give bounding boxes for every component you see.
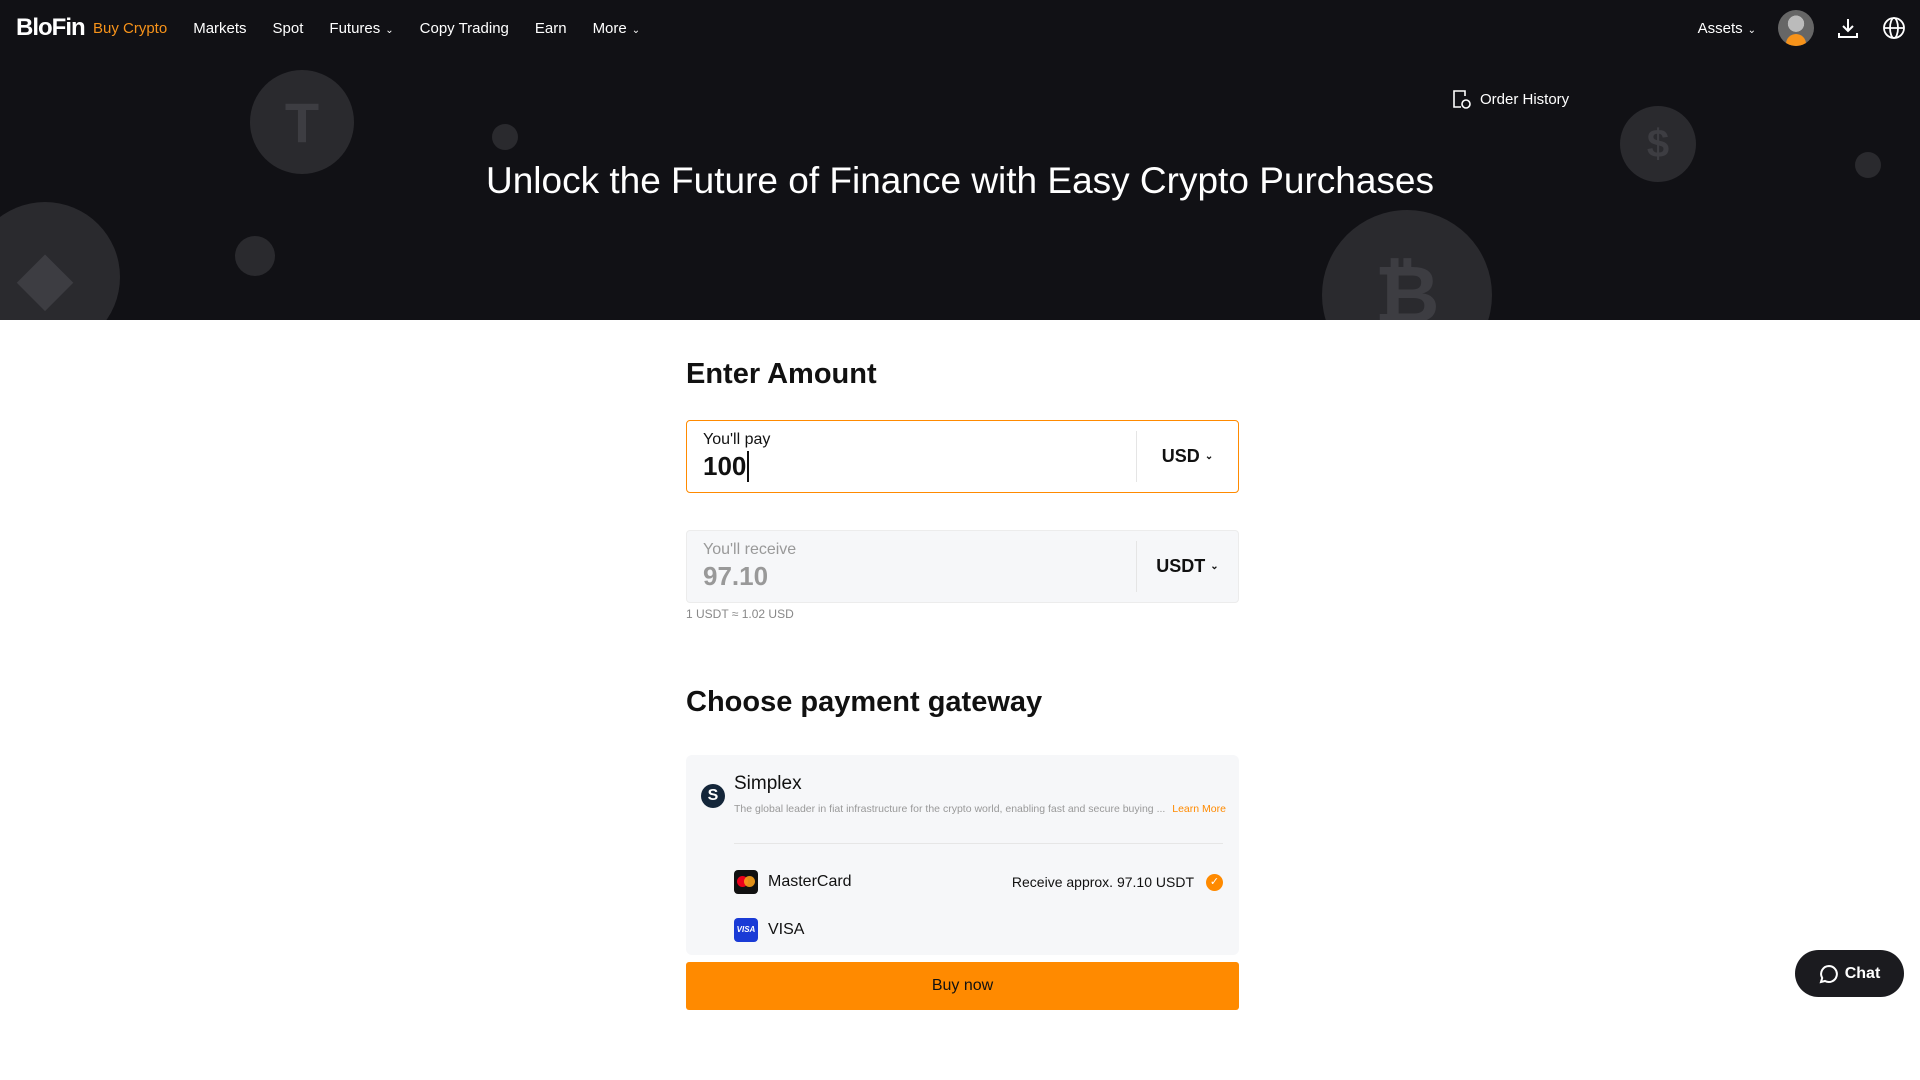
nav-more-label: More bbox=[592, 19, 627, 37]
nav-spot[interactable]: Spot bbox=[273, 20, 304, 37]
simplex-logo-icon: S bbox=[701, 784, 725, 808]
nav-buy-crypto[interactable]: Buy Crypto bbox=[93, 20, 167, 37]
receive-field: You'll receive 97.10 USDT ⌄ bbox=[686, 530, 1239, 603]
learn-more-link[interactable]: Learn More bbox=[1172, 803, 1226, 815]
provider-description: The global leader in fiat infrastructure… bbox=[734, 803, 1166, 815]
selected-check-icon: ✓ bbox=[1206, 873, 1223, 891]
receive-currency-label: USDT bbox=[1156, 556, 1206, 576]
chat-button[interactable]: Chat bbox=[1795, 950, 1904, 997]
visa-logo-text: VISA bbox=[736, 925, 756, 934]
chat-label: Chat bbox=[1844, 964, 1881, 982]
payment-method-mastercard[interactable]: MasterCard Receive approx. 97.10 USDT ✓ bbox=[734, 870, 1223, 894]
receive-label: You'll receive bbox=[703, 541, 797, 558]
enter-amount-heading: Enter Amount bbox=[686, 358, 877, 390]
payment-gateway-heading: Choose payment gateway bbox=[686, 686, 1043, 718]
tether-coin-icon: T bbox=[250, 70, 354, 174]
nav-markets[interactable]: Markets bbox=[193, 20, 246, 37]
chevron-down-icon: ⌄ bbox=[631, 24, 641, 36]
pay-field[interactable]: You'll pay 100 USD ⌄ bbox=[686, 420, 1239, 493]
nav-futures-label: Futures bbox=[329, 19, 381, 37]
ethereum-coin-icon: ◆ bbox=[0, 202, 120, 320]
payment-method-visa[interactable]: VISA VISA bbox=[734, 918, 804, 942]
pay-currency-select[interactable]: USD ⌄ bbox=[1136, 431, 1238, 482]
provider-name: Simplex bbox=[734, 773, 802, 794]
method-name: MasterCard bbox=[768, 873, 852, 890]
chevron-down-icon: ⌄ bbox=[1747, 24, 1756, 36]
decor-dot bbox=[235, 236, 275, 276]
chevron-down-icon: ⌄ bbox=[385, 24, 394, 36]
pay-input[interactable]: 100 bbox=[703, 451, 750, 482]
divider bbox=[734, 843, 1223, 844]
globe-icon[interactable] bbox=[1882, 16, 1906, 40]
nav-futures[interactable]: Futures ⌄ bbox=[329, 20, 393, 37]
order-history-label: Order History bbox=[1480, 90, 1570, 108]
order-history-icon bbox=[1453, 90, 1471, 109]
mastercard-icon bbox=[734, 870, 758, 894]
nav-copy-trading[interactable]: Copy Trading bbox=[420, 20, 509, 37]
chat-bubble-icon bbox=[1819, 964, 1838, 983]
assets-menu[interactable]: Assets ⌄ bbox=[1698, 20, 1756, 37]
exchange-rate: 1 USDT ≈ 1.02 USD bbox=[686, 607, 794, 621]
top-nav: BloFin Buy Crypto Markets Spot Futures ⌄ … bbox=[0, 0, 1920, 56]
bitcoin-coin-icon: ₿ bbox=[1322, 210, 1492, 320]
avatar[interactable] bbox=[1778, 10, 1814, 46]
receive-value: 97.10 bbox=[703, 561, 769, 591]
download-icon[interactable] bbox=[1836, 16, 1860, 40]
method-name: VISA bbox=[768, 921, 805, 938]
pay-label: You'll pay bbox=[703, 431, 771, 448]
receive-approx: Receive approx. 97.10 USDT bbox=[1011, 874, 1194, 890]
logo[interactable]: BloFin bbox=[16, 14, 86, 42]
assets-label: Assets bbox=[1697, 19, 1743, 37]
visa-icon: VISA bbox=[734, 918, 758, 942]
hero-title: Unlock the Future of Finance with Easy C… bbox=[485, 160, 1435, 201]
hero-banner: T ◆ ₿ $ Order History Unlock the Future … bbox=[0, 56, 1920, 320]
order-history-link[interactable]: Order History bbox=[1450, 88, 1569, 110]
decor-dot bbox=[492, 124, 518, 150]
chevron-down-icon: ⌄ bbox=[1210, 561, 1219, 572]
simplex-gateway-card[interactable]: S Simplex The global leader in fiat infr… bbox=[686, 755, 1239, 955]
chevron-down-icon: ⌄ bbox=[1204, 451, 1214, 462]
nav-earn[interactable]: Earn bbox=[535, 20, 567, 37]
buy-now-button[interactable]: Buy now bbox=[686, 962, 1239, 1010]
pay-currency-label: USD bbox=[1161, 446, 1200, 466]
receive-currency-select[interactable]: USDT ⌄ bbox=[1136, 541, 1238, 592]
nav-more[interactable]: More ⌄ bbox=[593, 20, 641, 37]
